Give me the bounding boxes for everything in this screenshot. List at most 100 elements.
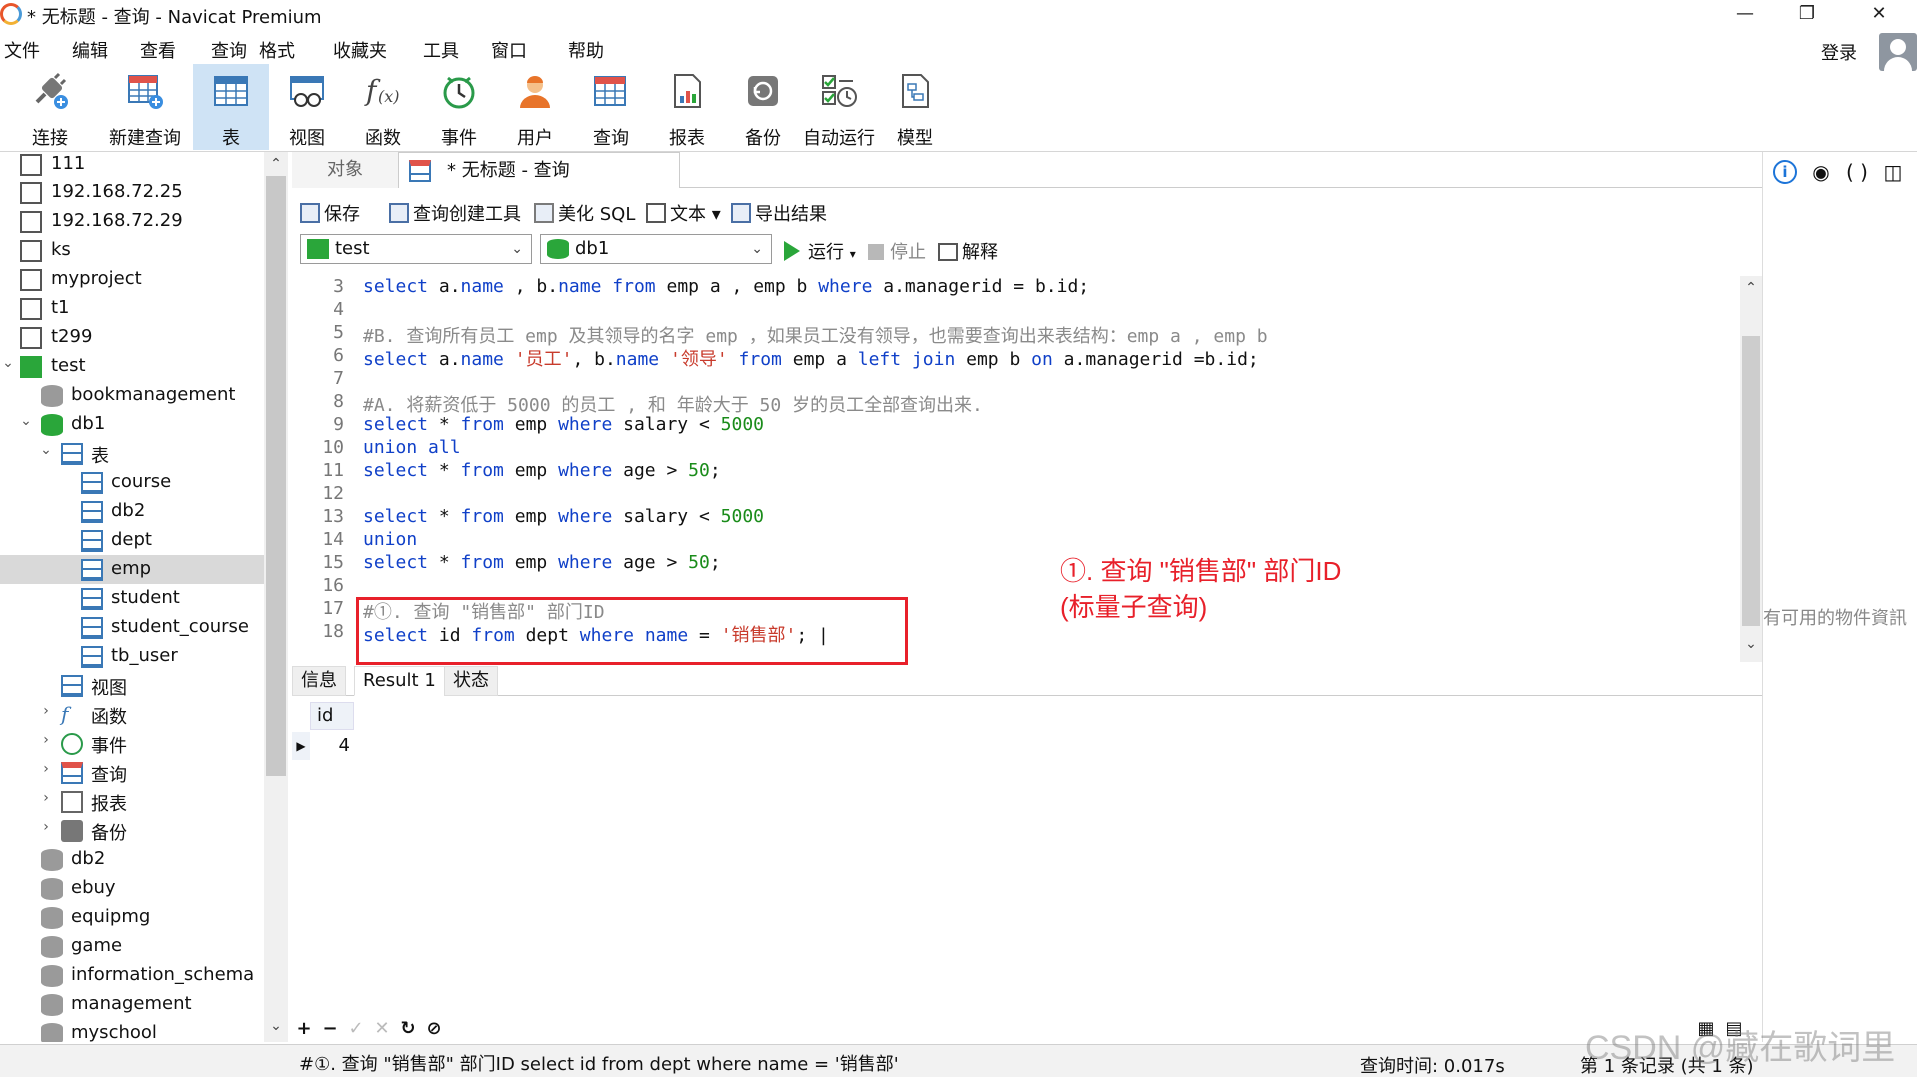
brackets-icon[interactable]: ( ) <box>1845 160 1869 184</box>
tab-status[interactable]: 状态 <box>444 666 498 696</box>
close-button[interactable]: ✕ <box>1856 0 1902 28</box>
eye-icon[interactable]: ◉ <box>1809 160 1833 184</box>
toolbar-table-button[interactable]: 表 <box>193 64 269 150</box>
chevron-right-icon[interactable]: › <box>38 703 54 719</box>
toolbar-connect-button[interactable]: 连接 <box>5 64 95 150</box>
connection-select[interactable]: test ⌄ <box>300 234 532 264</box>
tree-events-folder[interactable]: › 事件 <box>0 729 264 758</box>
tree-db-management[interactable]: management <box>0 990 264 1019</box>
tree-table-tb-user[interactable]: tb_user <box>0 642 264 671</box>
export-icon <box>731 203 751 223</box>
tree-connection-ks[interactable]: ks <box>0 236 264 265</box>
sidebar-scrollbar[interactable]: ⌃ ⌄ <box>264 152 288 1042</box>
editor-scroll-thumb[interactable] <box>1742 336 1760 626</box>
chevron-down-icon[interactable]: ⌄ <box>0 355 16 371</box>
tree-reports-folder[interactable]: › 报表 <box>0 787 264 816</box>
editor-scrollbar[interactable]: ⌃ ⌄ <box>1740 276 1762 662</box>
chevron-down-icon[interactable]: ⌄ <box>38 442 54 458</box>
tree-db-ebuy[interactable]: ebuy <box>0 874 264 903</box>
chevron-down-icon: ▾ <box>711 204 721 225</box>
stop-icon[interactable]: ⊘ <box>422 1018 446 1039</box>
tree-db-bookmanagement[interactable]: bookmanagement <box>0 381 264 410</box>
menu-favorites[interactable]: 收藏夹 <box>333 37 387 63</box>
menu-edit[interactable]: 编辑 <box>72 37 108 63</box>
text-button[interactable]: 文本 ▾ <box>646 200 721 226</box>
tree-connection-myproject[interactable]: myproject <box>0 265 264 294</box>
tab-info[interactable]: 信息 <box>292 666 346 696</box>
tree-views-folder[interactable]: 视图 <box>0 671 264 700</box>
tree-table-dept[interactable]: dept <box>0 526 264 555</box>
tree-db-db1[interactable]: ⌄ db1 <box>0 410 264 439</box>
add-row-icon[interactable]: + <box>292 1018 316 1039</box>
menu-query[interactable]: 查询 <box>211 37 247 63</box>
view-icon <box>61 675 83 697</box>
tab-objects[interactable]: 对象 <box>292 152 398 188</box>
chevron-right-icon[interactable]: › <box>38 761 54 777</box>
table-icon <box>212 72 250 110</box>
editor-toolbar: 保存 查询创建工具 美化 SQL 文本 ▾ 导出结果 <box>292 196 1762 228</box>
toolbar-model-button[interactable]: 模型 <box>870 64 960 150</box>
scroll-up-icon[interactable]: ⌃ <box>264 156 288 172</box>
connection-icon <box>20 327 42 349</box>
menu-tools[interactable]: 工具 <box>423 37 459 63</box>
database-select[interactable]: db1 ⌄ <box>540 234 772 264</box>
tree-functions-folder[interactable]: › f 函数 <box>0 700 264 729</box>
menu-format[interactable]: 格式 <box>259 37 295 63</box>
minimize-button[interactable]: — <box>1722 0 1768 28</box>
table-row[interactable]: ▶ 4 <box>292 732 354 760</box>
maximize-button[interactable]: ❐ <box>1784 0 1830 28</box>
cell-id[interactable]: 4 <box>310 732 354 760</box>
tree-connection-192-168-72-25[interactable]: 192.168.72.25 <box>0 178 264 207</box>
tree-db-game[interactable]: game <box>0 932 264 961</box>
toolbar-new-query-button[interactable]: 新建查询 <box>100 64 190 150</box>
run-button[interactable]: 运行 ▾ <box>784 238 856 264</box>
menu-file[interactable]: 文件 <box>4 37 40 63</box>
stop-button[interactable]: 停止 <box>868 238 926 264</box>
tab-result-1[interactable]: Result 1 <box>354 666 445 696</box>
tree-connection-192-168-72-29[interactable]: 192.168.72.29 <box>0 207 264 236</box>
beautify-sql-button[interactable]: 美化 SQL <box>534 200 635 226</box>
apply-icon[interactable]: ✓ <box>344 1018 368 1039</box>
delete-row-icon[interactable]: − <box>318 1018 342 1039</box>
chevron-right-icon[interactable]: › <box>38 819 54 835</box>
tree-connection-111[interactable]: 111 <box>0 152 264 179</box>
tree-table-db2[interactable]: db2 <box>0 497 264 526</box>
tab-query[interactable]: * 无标题 - 查询 <box>398 152 680 188</box>
tree-table-student[interactable]: student <box>0 584 264 613</box>
scroll-down-icon[interactable]: ⌄ <box>1740 636 1762 652</box>
tree-db-equipmg[interactable]: equipmg <box>0 903 264 932</box>
menu-window[interactable]: 窗口 <box>491 37 527 63</box>
menu-view[interactable]: 查看 <box>140 37 176 63</box>
sidebar-scroll-thumb[interactable] <box>266 176 286 776</box>
tree-db-myschool[interactable]: myschool <box>0 1019 264 1042</box>
explain-button[interactable]: 解释 <box>938 238 998 264</box>
query-builder-button[interactable]: 查询创建工具 <box>389 200 521 226</box>
tree-table-emp[interactable]: emp <box>0 555 264 584</box>
tree-connection-t299[interactable]: t299 <box>0 323 264 352</box>
save-button[interactable]: 保存 <box>300 200 360 226</box>
export-results-button[interactable]: 导出结果 <box>731 200 827 226</box>
tree-backups-folder[interactable]: › 备份 <box>0 816 264 845</box>
tree-table-student-course[interactable]: student_course <box>0 613 264 642</box>
tree-connection-test[interactable]: ⌄ test <box>0 352 264 381</box>
tree-queries-folder[interactable]: › 查询 <box>0 758 264 787</box>
scroll-down-icon[interactable]: ⌄ <box>264 1018 288 1034</box>
chevron-down-icon[interactable]: ⌄ <box>18 413 34 429</box>
chevron-right-icon[interactable]: › <box>38 790 54 806</box>
discard-icon[interactable]: ✕ <box>370 1018 394 1039</box>
grid-layout-icon[interactable]: ◫ <box>1881 160 1905 184</box>
tree-db-information-schema[interactable]: information_schema <box>0 961 264 990</box>
tree-connection-t1[interactable]: t1 <box>0 294 264 323</box>
tree-db-db2[interactable]: db2 <box>0 845 264 874</box>
tree-table-course[interactable]: course <box>0 468 264 497</box>
tree-tables-folder[interactable]: ⌄ 表 <box>0 439 264 468</box>
column-header-id[interactable]: id <box>310 702 354 730</box>
chevron-right-icon[interactable]: › <box>38 732 54 748</box>
refresh-icon[interactable]: ↻ <box>396 1018 420 1039</box>
info-icon[interactable]: i <box>1773 160 1797 184</box>
query-icon <box>592 72 630 110</box>
scroll-up-icon[interactable]: ⌃ <box>1740 280 1762 296</box>
tab-query-label: * 无标题 - 查询 <box>447 160 570 181</box>
menu-help[interactable]: 帮助 <box>568 37 604 63</box>
connection-icon <box>20 269 42 291</box>
